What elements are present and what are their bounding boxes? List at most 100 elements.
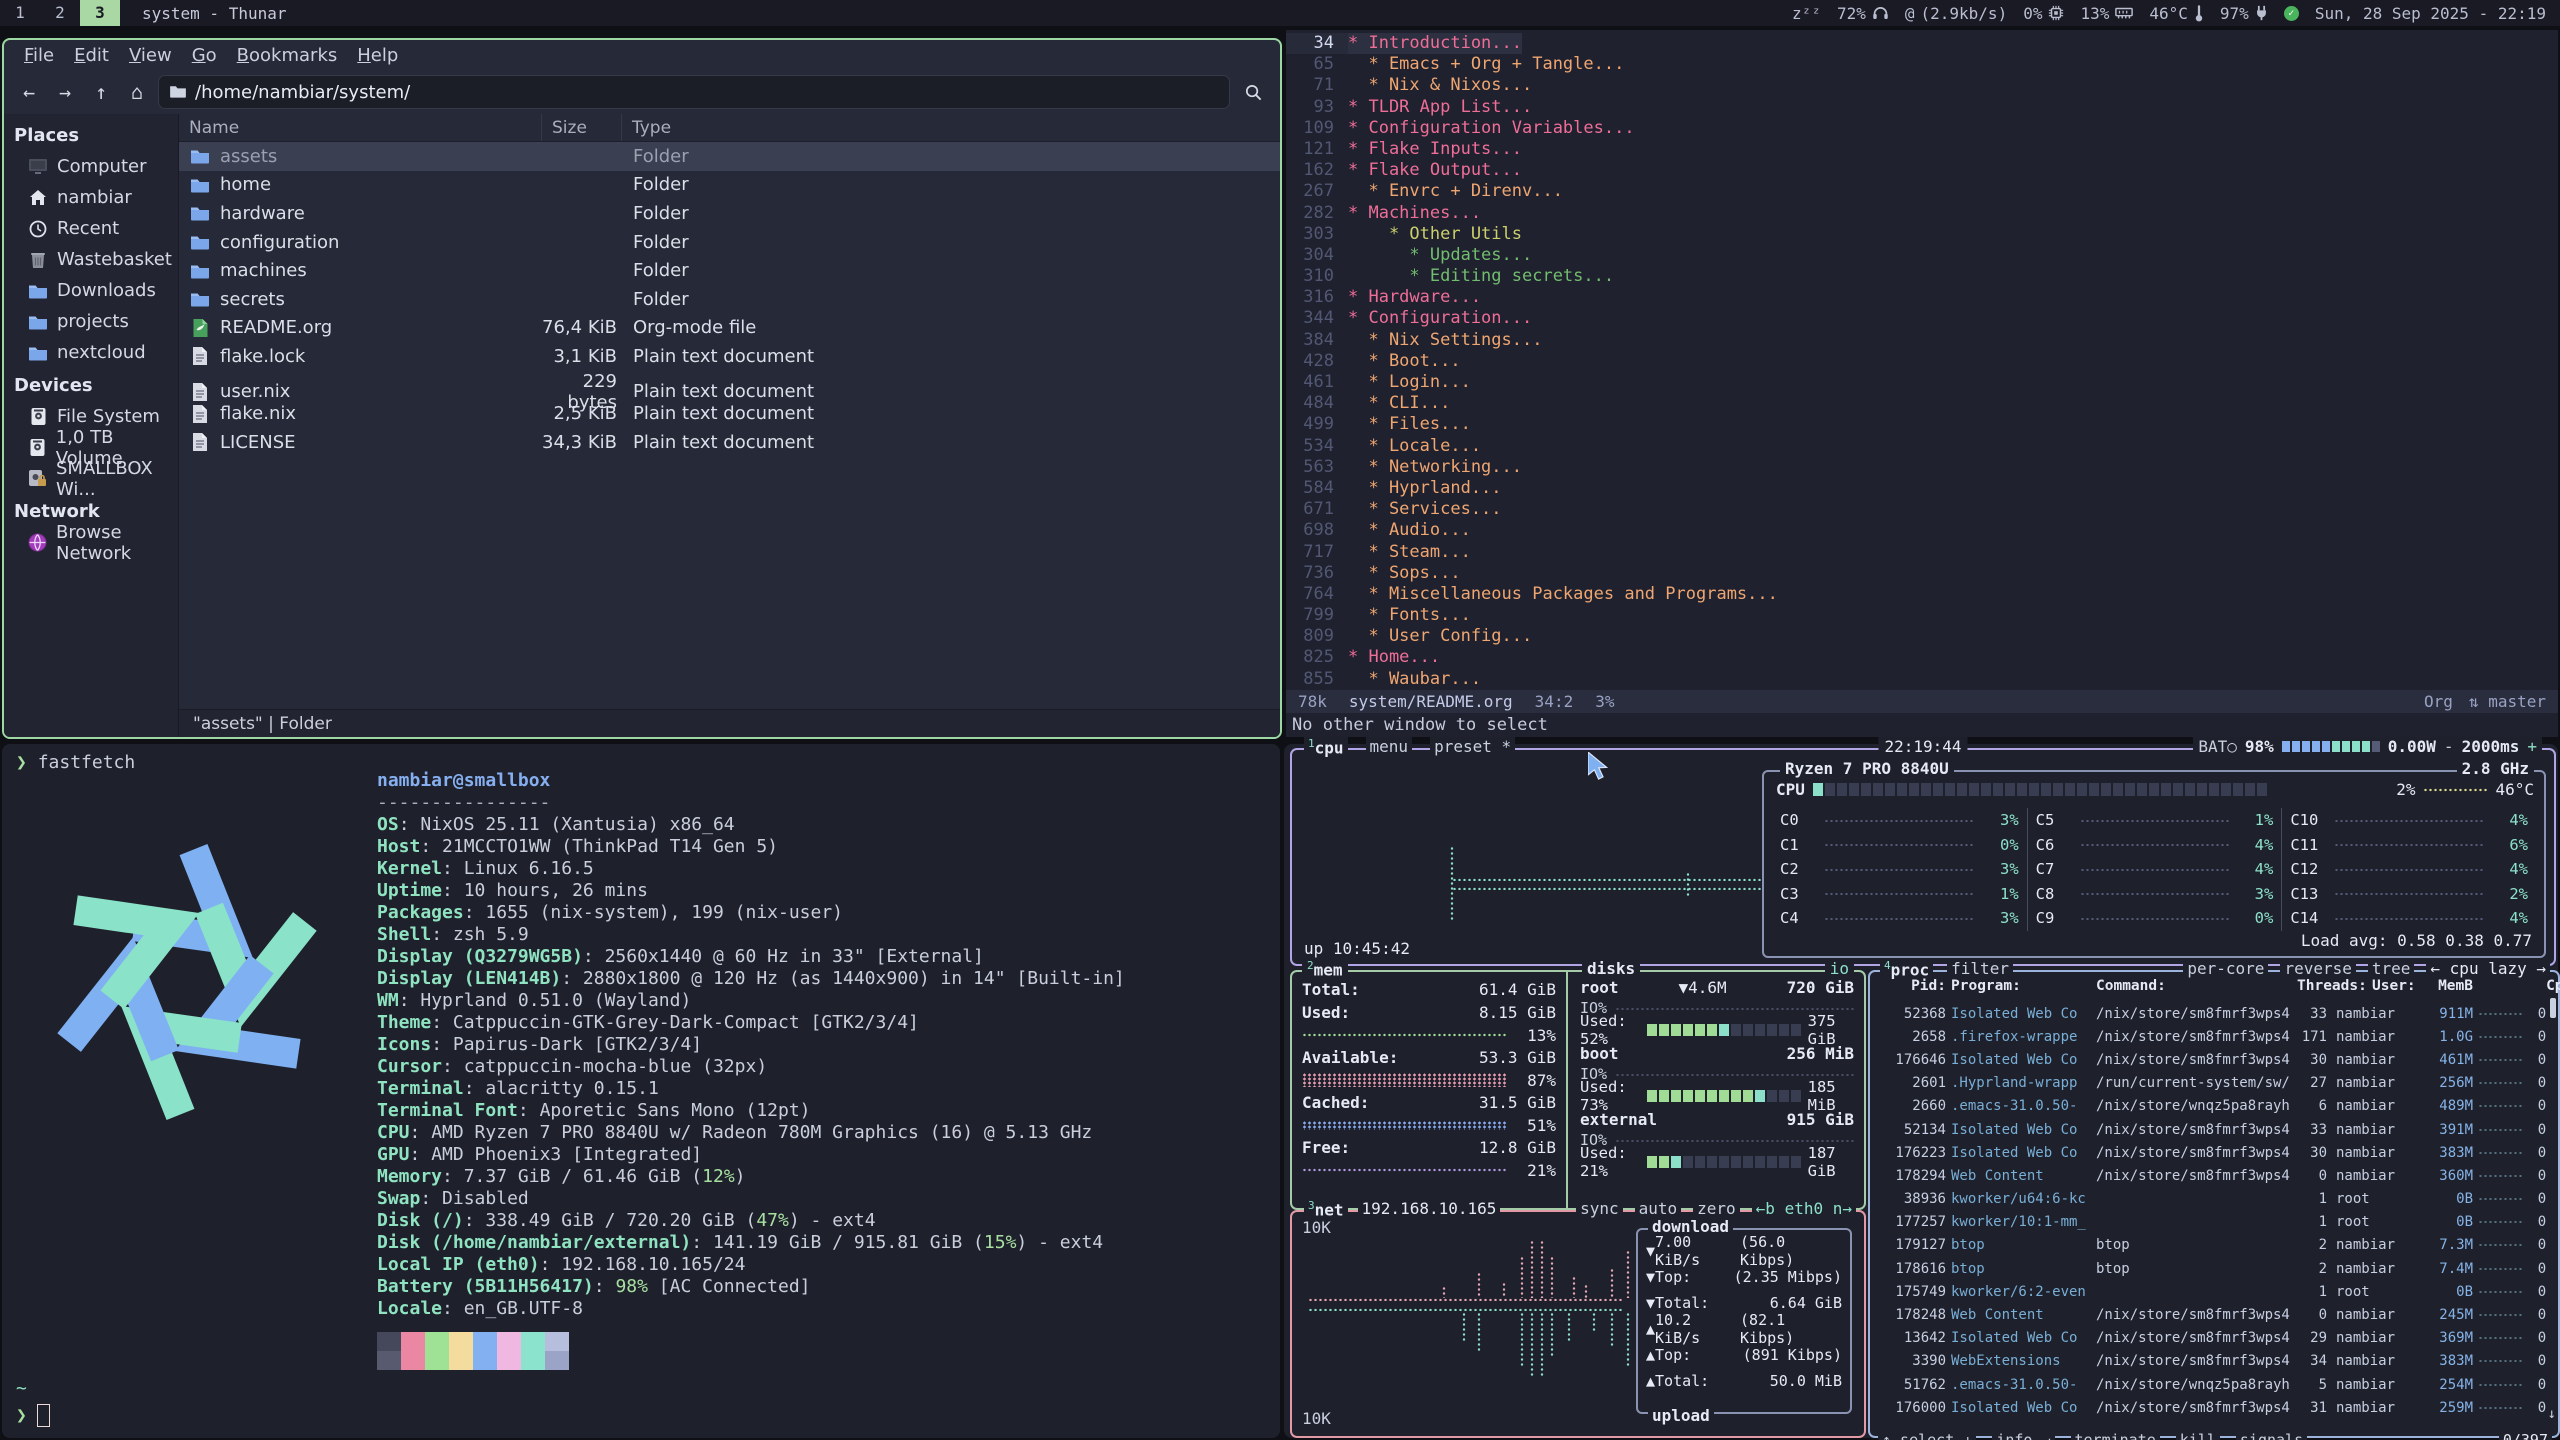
process-row[interactable]: 2658.firefox-wrappe/nix/store/sm8fmrf3wp… xyxy=(1876,1025,2548,1048)
org-heading[interactable]: * Other Utils xyxy=(1348,224,1522,245)
workspace-3[interactable]: 3 xyxy=(80,0,120,26)
org-heading[interactable]: * Home... xyxy=(1348,647,1440,668)
proc-tab[interactable]: 4proc xyxy=(1880,959,1933,979)
org-heading[interactable]: * User Config... xyxy=(1348,626,1532,647)
scrollbar-thumb[interactable] xyxy=(2550,998,2556,1018)
org-heading-line[interactable]: 316* Hardware... xyxy=(1286,287,2558,308)
org-heading[interactable]: * Files... xyxy=(1348,414,1471,435)
path-bar[interactable]: /home/nambiar/system/ xyxy=(158,75,1230,109)
org-heading[interactable]: * Envrc + Direnv... xyxy=(1348,181,1563,202)
sidebar-item-projects[interactable]: projects xyxy=(4,306,178,337)
workspace-2[interactable]: 2 xyxy=(40,0,80,26)
table-row[interactable]: LICENSE34,3 KiBPlain text document xyxy=(179,428,1280,457)
org-heading-line[interactable]: 736 * Sops... xyxy=(1286,563,2558,584)
updates-ok-icon[interactable]: ✓ xyxy=(2284,6,2299,21)
org-heading[interactable]: * Flake Inputs... xyxy=(1348,139,1522,160)
net-button-iface[interactable]: ←b eth0 n→ xyxy=(1752,1199,1856,1218)
org-heading[interactable]: * Configuration Variables... xyxy=(1348,118,1635,139)
process-row[interactable]: 179127btopbtop2nambiar7.3M0.0 xyxy=(1876,1234,2548,1257)
org-heading[interactable]: * Fonts... xyxy=(1348,605,1471,626)
org-heading[interactable]: * Locale... xyxy=(1348,436,1481,457)
org-heading-line[interactable]: 310 * Editing secrets... xyxy=(1286,266,2558,287)
org-heading-line[interactable]: 65 * Emacs + Org + Tangle... xyxy=(1286,54,2558,75)
menu-bookmarks[interactable]: Bookmarks xyxy=(227,45,348,66)
column-header-type[interactable]: Type xyxy=(621,114,1280,141)
org-heading[interactable]: * Steam... xyxy=(1348,542,1471,563)
org-heading-line[interactable]: 499 * Files... xyxy=(1286,414,2558,435)
org-heading[interactable]: * Editing secrets... xyxy=(1348,266,1614,287)
org-heading-line[interactable]: 34* Introduction... xyxy=(1286,33,2558,54)
filter-button[interactable]: filter xyxy=(1947,959,2013,979)
org-heading-line[interactable]: 717 * Steam... xyxy=(1286,542,2558,563)
table-row[interactable]: machinesFolder xyxy=(179,256,1280,285)
table-row[interactable]: configurationFolder xyxy=(179,228,1280,257)
table-row[interactable]: assetsFolder xyxy=(179,142,1280,171)
sidebar-item-smallbox-wi-[interactable]: SMALLBOX Wi... xyxy=(4,463,178,494)
sidebar-item-nextcloud[interactable]: nextcloud xyxy=(4,337,178,368)
org-heading-line[interactable]: 825* Home... xyxy=(1286,647,2558,668)
process-row[interactable]: 52134Isolated Web Co/nix/store/sm8fmrf3w… xyxy=(1876,1118,2548,1141)
org-heading[interactable]: * Nix Settings... xyxy=(1348,330,1542,351)
org-heading-line[interactable]: 764 * Miscellaneous Packages and Program… xyxy=(1286,584,2558,605)
org-heading[interactable]: * Boot... xyxy=(1348,351,1461,372)
shell-prompt[interactable]: ❯ xyxy=(16,1404,50,1427)
idle-inhibitor[interactable]: zᶻᶻ xyxy=(1792,4,1821,23)
proc-key-info-[interactable]: info ↵ xyxy=(1992,1431,2054,1440)
org-heading-line[interactable]: 344* Configuration... xyxy=(1286,308,2558,329)
org-heading-line[interactable]: 584 * Hyprland... xyxy=(1286,478,2558,499)
scroll-down-arrow[interactable]: ↓ xyxy=(2548,1406,2556,1422)
menu-go[interactable]: Go xyxy=(182,45,227,66)
menu-help[interactable]: Help xyxy=(347,45,408,66)
org-heading[interactable]: * Flake Output... xyxy=(1348,160,1522,181)
org-heading[interactable]: * Audio... xyxy=(1348,520,1471,541)
process-row[interactable]: 178294Web Content/nix/store/sm8fmrf3wps4… xyxy=(1876,1164,2548,1187)
org-heading[interactable]: * Services... xyxy=(1348,499,1502,520)
proc-key-signals[interactable]: signals xyxy=(2236,1431,2307,1440)
process-row[interactable]: 176223Isolated Web Co/nix/store/sm8fmrf3… xyxy=(1876,1141,2548,1164)
menu-file[interactable]: File xyxy=(14,45,64,66)
org-heading[interactable]: * Hardware... xyxy=(1348,287,1481,308)
process-row[interactable]: 13642Isolated Web Co/nix/store/sm8fmrf3w… xyxy=(1876,1327,2548,1350)
proc-key--select-[interactable]: ↑ select ↓ xyxy=(1878,1431,1976,1440)
org-heading-line[interactable]: 809 * User Config... xyxy=(1286,626,2558,647)
network-status[interactable]: @ (2.9kb/s) xyxy=(1905,4,2007,23)
sidebar-item-wastebasket[interactable]: Wastebasket xyxy=(4,244,178,275)
org-heading-line[interactable]: 71 * Nix & Nixos... xyxy=(1286,75,2558,96)
org-heading-line[interactable]: 267 * Envrc + Direnv... xyxy=(1286,181,2558,202)
org-heading-line[interactable]: 461 * Login... xyxy=(1286,372,2558,393)
org-heading[interactable]: * Miscellaneous Packages and Programs... xyxy=(1348,584,1778,605)
org-heading-line[interactable]: 384 * Nix Settings... xyxy=(1286,330,2558,351)
process-row[interactable]: 177257kworker/10:1-mm_1root0B0.0 xyxy=(1876,1211,2548,1234)
back-button[interactable]: ← xyxy=(14,77,44,107)
menu-view[interactable]: View xyxy=(119,45,182,66)
table-row[interactable]: flake.nix2,5 KiBPlain text document xyxy=(179,399,1280,428)
org-heading[interactable]: * Emacs + Org + Tangle... xyxy=(1348,54,1624,75)
org-heading-line[interactable]: 698 * Audio... xyxy=(1286,520,2558,541)
sidebar-item-browse-network[interactable]: Browse Network xyxy=(4,527,178,558)
org-heading[interactable]: * Hyprland... xyxy=(1348,478,1502,499)
sidebar-item-downloads[interactable]: Downloads xyxy=(4,275,178,306)
memory-status[interactable]: 13% xyxy=(2080,4,2133,23)
org-heading-line[interactable]: 109* Configuration Variables... xyxy=(1286,118,2558,139)
org-heading[interactable]: * Nix & Nixos... xyxy=(1348,75,1532,96)
process-row[interactable]: 2601.Hyprland-wrapp/run/current-system/s… xyxy=(1876,1072,2548,1095)
proc-option-per-core[interactable]: per-core xyxy=(2183,959,2268,978)
org-heading[interactable]: * Introduction... xyxy=(1348,33,1522,54)
net-button-auto[interactable]: auto xyxy=(1635,1199,1682,1218)
sidebar-item-computer[interactable]: Computer xyxy=(4,151,178,182)
temperature-status[interactable]: 46°C xyxy=(2149,4,2204,23)
table-row[interactable]: user.nix229 bytesPlain text document xyxy=(179,371,1280,400)
org-heading-line[interactable]: 121* Flake Inputs... xyxy=(1286,139,2558,160)
process-row[interactable]: 178616btopbtop2nambiar7.4M0.0 xyxy=(1876,1257,2548,1280)
search-button[interactable] xyxy=(1236,75,1270,109)
table-row[interactable]: secretsFolder xyxy=(179,285,1280,314)
proc-option-reverse[interactable]: reverse xyxy=(2280,959,2355,978)
column-header-name[interactable]: Name xyxy=(179,114,541,141)
proc-option-tree[interactable]: tree xyxy=(2368,959,2415,978)
sidebar-item-nambiar[interactable]: nambiar xyxy=(4,182,178,213)
org-heading[interactable]: * Machines... xyxy=(1348,203,1481,224)
sidebar-item-recent[interactable]: Recent xyxy=(4,213,178,244)
org-heading[interactable]: * CLI... xyxy=(1348,393,1450,414)
org-heading-line[interactable]: 534 * Locale... xyxy=(1286,436,2558,457)
org-heading-line[interactable]: 303 * Other Utils xyxy=(1286,224,2558,245)
